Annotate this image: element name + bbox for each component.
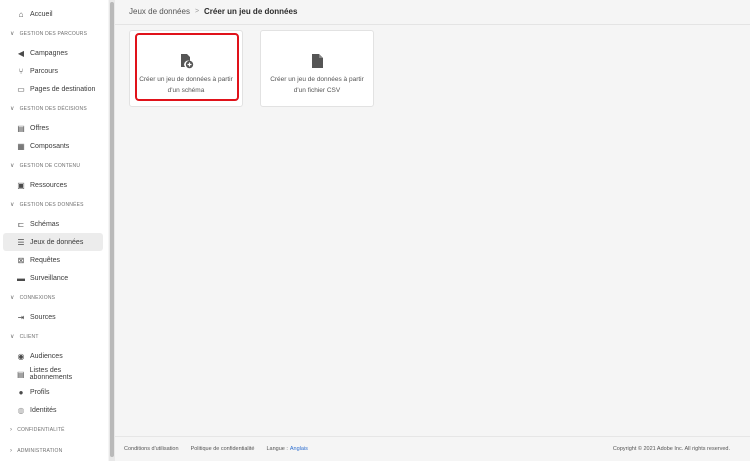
- terms-link[interactable]: Conditions d'utilisation: [124, 446, 179, 452]
- sidebar-item-label: Surveillance: [30, 274, 69, 282]
- database-icon: ☰: [17, 237, 25, 247]
- chevron-down-icon: ∨: [10, 31, 15, 37]
- sidebar-item-sources[interactable]: ⇥ Sources: [3, 308, 103, 326]
- breadcrumb-jeux-de-donnees[interactable]: Jeux de données: [129, 7, 190, 16]
- section-title: CLIENT: [19, 333, 39, 340]
- sidebar-item-label: Schémas: [30, 220, 60, 228]
- section-title: CONFIDENTIALITÉ: [17, 426, 65, 433]
- sidebar-item-audiences[interactable]: ◉ Audiences: [3, 347, 103, 365]
- journey-icon: ⑂: [18, 66, 24, 76]
- megaphone-icon: ◀: [17, 48, 25, 58]
- section-title: GESTION DES DONNÉES: [19, 201, 84, 208]
- sidebar-item-label: Composants: [30, 142, 70, 150]
- section-confidentialite[interactable]: › CONFIDENTIALITÉ: [0, 419, 108, 440]
- section-title: CONNEXIONS: [19, 294, 56, 301]
- breadcrumb-separator: >: [194, 8, 200, 15]
- chevron-down-icon: ∨: [10, 202, 15, 208]
- sidebar-item-label: Jeux de données: [30, 238, 84, 246]
- sidebar-item-label: Sources: [30, 313, 56, 321]
- sidebar-item-label: Listes des abonnements: [29, 367, 73, 381]
- section-connexions[interactable]: ∨ CONNEXIONS: [0, 287, 108, 308]
- home-icon: ⌂: [18, 9, 24, 19]
- language-label: Langue :: [266, 446, 288, 452]
- footer: Conditions d'utilisation Politique de co…: [115, 436, 750, 461]
- sidebar-item-label: Offres: [30, 124, 49, 132]
- sidebar-item-label: Requêtes: [30, 256, 60, 264]
- section-client[interactable]: ∨ CLIENT: [0, 326, 108, 347]
- schema-icon: ⊏: [17, 219, 25, 229]
- sidebar-item-label: Campagnes: [30, 49, 68, 57]
- sidebar-item-label: Profils: [30, 388, 50, 396]
- sidebar-item-parcours[interactable]: ⑂ Parcours: [3, 62, 103, 80]
- language-value[interactable]: Anglais: [290, 446, 308, 452]
- sidebar-item-label: Accueil: [30, 10, 53, 18]
- sidebar-item-listes-abonnements[interactable]: ▤ Listes des abonnements: [3, 365, 103, 383]
- create-from-schema-card[interactable]: Créer un jeu de données à partir d'un sc…: [129, 30, 243, 107]
- audiences-icon: ◉: [17, 351, 25, 361]
- user-icon: ●: [18, 387, 24, 397]
- divider: [115, 24, 750, 25]
- chevron-right-icon: ›: [10, 447, 13, 454]
- privacy-link[interactable]: Politique de confidentialité: [191, 446, 255, 452]
- sidebar-item-ressources[interactable]: ▣ Ressources: [3, 176, 103, 194]
- sidebar-item-offres[interactable]: ▤ Offres: [3, 119, 103, 137]
- card-label: Créer un jeu de données à partir d'un fi…: [270, 76, 364, 94]
- sidebar-item-identites[interactable]: ◍ Identités: [3, 401, 103, 419]
- sidebar-item-label: Identités: [30, 406, 57, 414]
- page-title: Créer un jeu de données: [204, 7, 298, 16]
- chevron-down-icon: ∨: [10, 334, 15, 340]
- section-title: GESTION DE CONTENU: [19, 162, 81, 169]
- highlight-outline: [135, 33, 239, 101]
- sidebar-item-label: Pages de destination: [30, 85, 96, 93]
- copyright: Copyright © 2021 Adobe Inc. All rights r…: [612, 446, 730, 452]
- list-icon: ▤: [17, 369, 25, 379]
- browser-icon: ▭: [17, 84, 25, 94]
- sidebar-scrollbar[interactable]: [109, 0, 115, 461]
- chevron-down-icon: ∨: [10, 163, 15, 169]
- sidebar-item-label: Parcours: [30, 67, 59, 75]
- chevron-right-icon: ›: [10, 426, 13, 433]
- sidebar-item-jeux-de-donnees[interactable]: ☰ Jeux de données: [3, 233, 103, 251]
- sidebar-item-pages-destination[interactable]: ▭ Pages de destination: [3, 80, 103, 98]
- sidebar-item-campagnes[interactable]: ◀ Campagnes: [3, 44, 103, 62]
- section-gestion-contenu[interactable]: ∨ GESTION DE CONTENU: [0, 155, 108, 176]
- section-title: GESTION DES PARCOURS: [19, 30, 88, 37]
- section-title: GESTION DES DÉCISIONS: [19, 105, 87, 112]
- offer-icon: ▤: [17, 123, 25, 133]
- chevron-down-icon: ∨: [10, 295, 15, 301]
- sidebar-item-accueil[interactable]: ⌂ Accueil: [3, 5, 103, 23]
- sidebar-item-composants[interactable]: ▦ Composants: [3, 137, 103, 155]
- sidebar-item-profils[interactable]: ● Profils: [3, 383, 103, 401]
- section-gestion-donnees[interactable]: ∨ GESTION DES DONNÉES: [0, 194, 108, 215]
- breadcrumb: Jeux de données > Créer un jeu de donnée…: [129, 7, 297, 16]
- section-title: ADMINISTRATION: [17, 447, 63, 454]
- query-icon: ⊠: [17, 255, 25, 265]
- section-administration[interactable]: › ADMINISTRATION: [0, 440, 108, 461]
- sidebar-item-surveillance[interactable]: ▬ Surveillance: [3, 269, 103, 287]
- section-gestion-decisions[interactable]: ∨ GESTION DES DÉCISIONS: [0, 98, 108, 119]
- assets-icon: ▣: [17, 180, 25, 190]
- components-icon: ▦: [17, 141, 25, 151]
- sources-icon: ⇥: [17, 312, 25, 322]
- create-from-csv-card[interactable]: Créer un jeu de données à partir d'un fi…: [260, 30, 374, 107]
- fingerprint-icon: ◍: [17, 405, 25, 415]
- section-gestion-parcours[interactable]: ∨ GESTION DES PARCOURS: [0, 23, 108, 44]
- language-selector[interactable]: Langue : Anglais: [266, 446, 307, 452]
- monitor-icon: ▬: [17, 273, 25, 283]
- sidebar-item-label: Audiences: [30, 352, 63, 360]
- sidebar: ⌂ Accueil ∨ GESTION DES PARCOURS ◀ Campagne…: [0, 0, 108, 461]
- scrollbar-thumb[interactable]: [110, 2, 114, 457]
- sidebar-item-requetes[interactable]: ⊠ Requêtes: [3, 251, 103, 269]
- sidebar-item-label: Ressources: [30, 181, 67, 189]
- sidebar-item-schemas[interactable]: ⊏ Schémas: [3, 215, 103, 233]
- file-icon: [261, 53, 373, 69]
- chevron-down-icon: ∨: [10, 106, 15, 112]
